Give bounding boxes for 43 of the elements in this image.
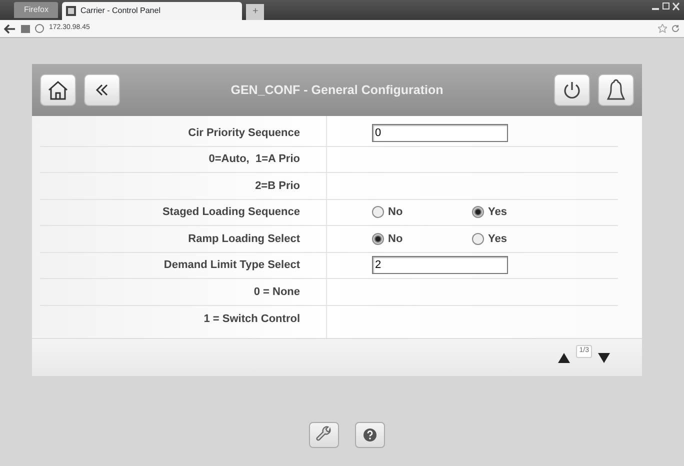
input-field[interactable]: 0 — [372, 124, 508, 142]
field-label: Staged Loading Sequence — [161, 205, 301, 220]
field-label: Ramp Loading Select — [187, 232, 301, 246]
radio-button[interactable] — [472, 232, 484, 245]
home-button[interactable] — [40, 74, 76, 106]
radio-label: Yes — [488, 232, 507, 246]
back-button[interactable] — [84, 74, 120, 106]
field-label: 0 = None — [252, 284, 301, 300]
star-icon[interactable] — [658, 24, 667, 33]
page-title: GEN_CONF - General Configuration — [230, 82, 444, 99]
maximize-icon[interactable] — [662, 2, 670, 11]
globe-icon — [35, 24, 44, 33]
radio-label: Yes — [488, 205, 507, 220]
power-button[interactable] — [554, 74, 590, 106]
wrench-button[interactable] — [309, 422, 339, 448]
reload-icon[interactable] — [671, 24, 680, 33]
help-icon — [363, 428, 377, 442]
home-icon — [47, 80, 69, 100]
input-field[interactable]: 2 — [372, 256, 508, 274]
field-label: Cir Priority Sequence — [187, 126, 301, 140]
tab-favicon-icon — [66, 6, 76, 16]
field-label: 1 = Switch Control — [202, 312, 301, 326]
down-arrow-icon[interactable] — [598, 352, 610, 362]
back-icon[interactable] — [4, 24, 16, 34]
help-button[interactable] — [355, 422, 385, 448]
radio-button[interactable] — [472, 206, 484, 218]
field-label: 2=B Prio — [254, 178, 301, 194]
up-arrow-icon[interactable] — [558, 352, 570, 362]
radio-label: No — [388, 232, 403, 246]
power-icon — [562, 80, 582, 100]
alarm-button[interactable] — [598, 74, 634, 106]
bookmarks-icon[interactable] — [21, 24, 30, 32]
browser-tab[interactable]: Carrier - Control Panel — [62, 2, 242, 20]
bell-icon — [606, 78, 626, 102]
double-chevron-icon — [95, 83, 109, 97]
radio-button[interactable] — [372, 206, 384, 218]
field-label: Demand Limit Type Select — [162, 258, 301, 273]
close-icon[interactable] — [672, 2, 680, 11]
radio-label: No — [388, 205, 403, 220]
field-label: 0=Auto, 1=A Prio — [208, 152, 301, 167]
wrench-icon — [315, 426, 333, 444]
radio-button[interactable] — [372, 232, 384, 245]
new-tab-button[interactable]: + — [246, 4, 264, 20]
